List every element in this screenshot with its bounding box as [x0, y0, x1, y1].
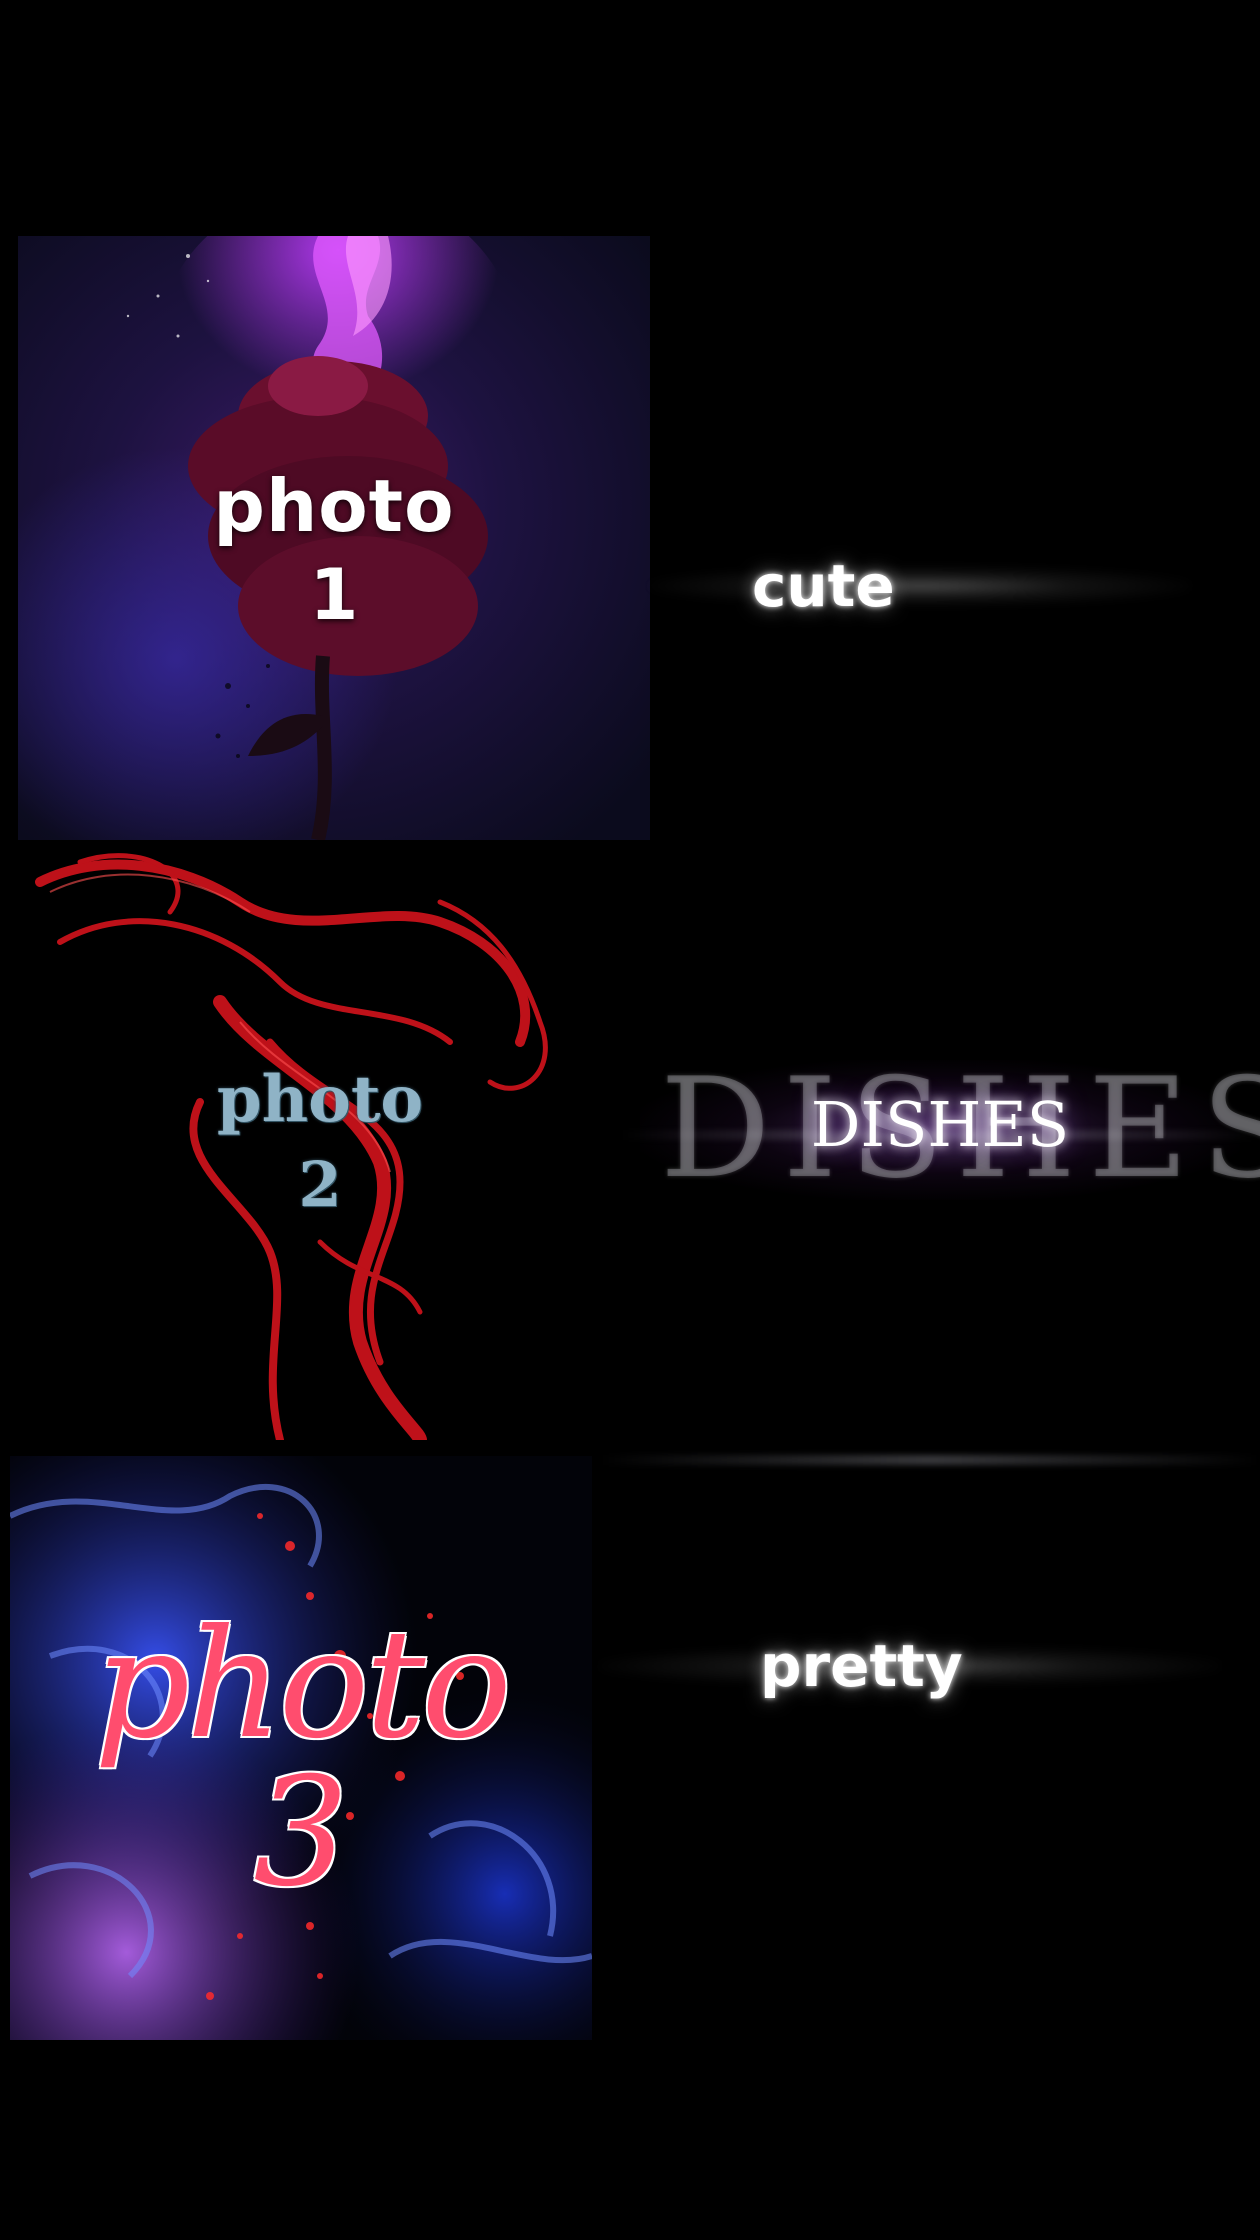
- photo-1-title: photo: [213, 464, 455, 548]
- divider-streak: [600, 1455, 1260, 1465]
- caption-cute: cute: [752, 552, 895, 620]
- photo-2-number: 2: [298, 1148, 342, 1221]
- photo-1-number: 1: [309, 554, 359, 636]
- cute-glow-band: [650, 566, 1190, 606]
- photo-2-panel: photo 2: [20, 842, 620, 1440]
- caption-dishes-small: DISHES: [810, 1088, 1070, 1161]
- red-smoke-image: [20, 842, 620, 1440]
- photo-3-panel: photo 3: [10, 1456, 592, 2040]
- photo-3-number: 3: [253, 1746, 349, 1920]
- photo-1-panel: photo 1: [18, 236, 650, 840]
- caption-pretty: pretty: [760, 1632, 963, 1700]
- photo-2-title: photo: [216, 1062, 424, 1137]
